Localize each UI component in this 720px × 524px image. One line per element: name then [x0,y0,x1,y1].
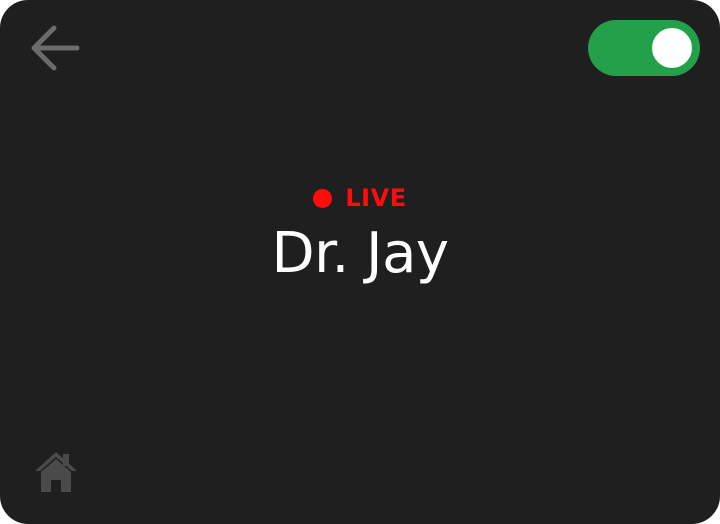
back-button[interactable] [26,22,84,74]
home-button[interactable] [32,448,80,496]
live-label: LIVE [345,184,407,212]
live-stream-info: LIVE Dr. Jay [0,180,720,282]
arrow-left-icon [31,25,80,71]
live-dot-icon [313,188,333,208]
device-screen: LIVE Dr. Jay [0,0,720,524]
home-icon [35,452,77,492]
live-toggle[interactable] [588,20,700,76]
toggle-knob [652,28,692,68]
page-title: Dr. Jay [271,221,449,286]
live-indicator: LIVE [313,180,406,216]
